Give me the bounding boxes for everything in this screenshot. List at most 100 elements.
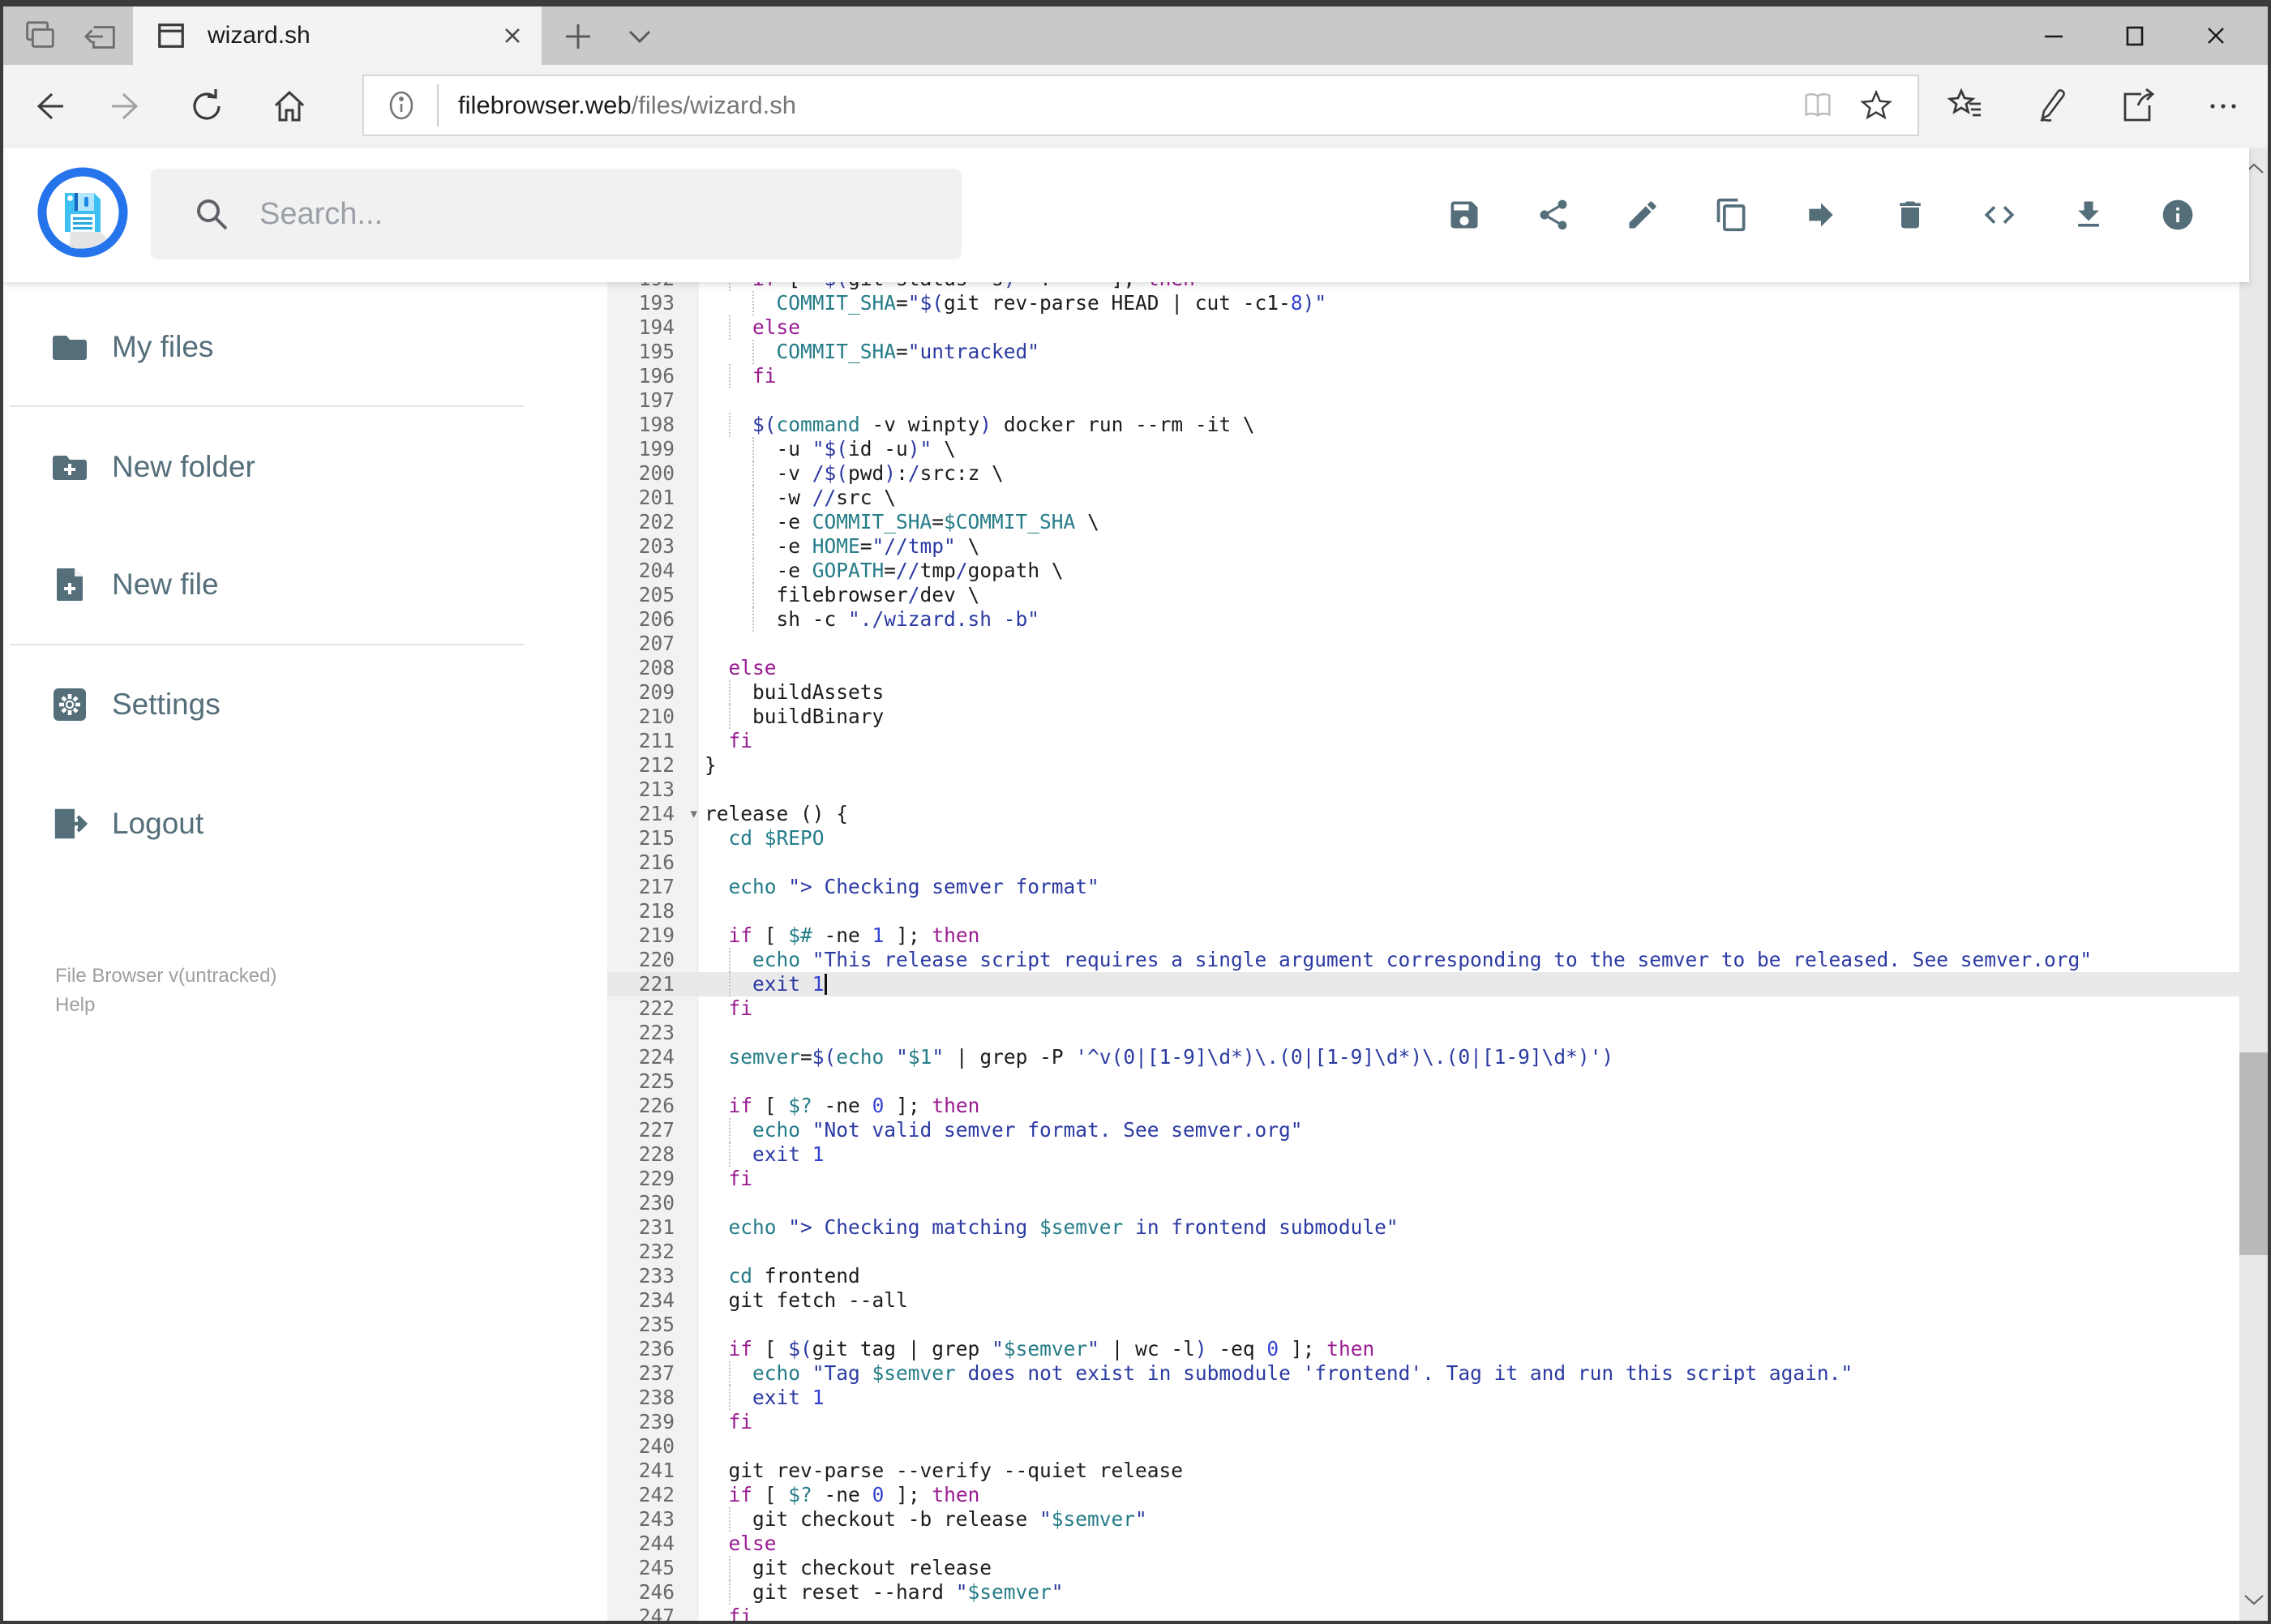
fold-arrow-icon[interactable]: ▾	[690, 802, 697, 826]
new-tab-icon[interactable]	[561, 19, 595, 54]
rename-button[interactable]	[1625, 197, 1660, 233]
code-line[interactable]: 239 fi	[607, 1410, 2239, 1434]
sidebar-item-logout[interactable]: Logout	[3, 779, 571, 868]
close-window-icon[interactable]	[2175, 6, 2256, 65]
code-line[interactable]: 246 git reset --hard "$semver"	[607, 1580, 2239, 1605]
url-box[interactable]: filebrowser.web/files/wizard.sh	[362, 75, 1919, 136]
code-line[interactable]: 219 if [ $# -ne 1 ]; then	[607, 923, 2239, 948]
page-info-icon[interactable]	[383, 88, 419, 123]
code-line[interactable]: 237 echo "Tag $semver does not exist in s…	[607, 1361, 2239, 1386]
annotate-pen-icon[interactable]	[2031, 86, 2072, 126]
delete-button[interactable]	[1892, 197, 1928, 233]
move-button[interactable]	[1803, 197, 1839, 233]
code-line[interactable]: 195 COMMIT_SHA="untracked"	[607, 340, 2239, 364]
code-line[interactable]: 233 cd frontend	[607, 1264, 2239, 1288]
code-line[interactable]: 218	[607, 899, 2239, 923]
code-line[interactable]: 217 echo "> Checking semver format"	[607, 875, 2239, 899]
download-button[interactable]	[2071, 197, 2106, 233]
sidebar-item-my-files[interactable]: My files	[3, 302, 571, 392]
code-line[interactable]: 222 fi	[607, 996, 2239, 1021]
share-icon[interactable]	[2117, 86, 2157, 126]
code-line[interactable]: 243 git checkout -b release "$semver"	[607, 1507, 2239, 1532]
code-line[interactable]: 216	[607, 851, 2239, 875]
source-code-button[interactable]	[1982, 197, 2017, 233]
code-line[interactable]: 241 git rev-parse --verify --quiet releas…	[607, 1459, 2239, 1483]
code-line[interactable]: 198 $(command -v winpty) docker run --rm …	[607, 413, 2239, 437]
search-input[interactable]: Search...	[151, 169, 962, 259]
share-button[interactable]	[1536, 197, 1571, 233]
home-icon[interactable]	[269, 86, 310, 126]
code-line[interactable]: 230	[607, 1191, 2239, 1215]
tab-preview-icon[interactable]	[21, 18, 58, 55]
code-line[interactable]: 210 buildBinary	[607, 705, 2239, 729]
code-line[interactable]: 247 fi	[607, 1605, 2239, 1621]
sidebar-item-new-folder[interactable]: New folder	[3, 422, 571, 512]
code-line[interactable]: 221 exit 1	[607, 972, 2239, 996]
maximize-icon[interactable]	[2094, 6, 2175, 65]
code-line[interactable]: 226 if [ $? -ne 0 ]; then	[607, 1094, 2239, 1118]
info-button[interactable]	[2160, 197, 2196, 233]
window-switch-icon[interactable]	[83, 18, 120, 55]
help-link[interactable]: Help	[55, 991, 95, 1020]
sidebar-item-new-file[interactable]: New file	[3, 540, 571, 629]
filebrowser-logo-icon[interactable]	[37, 167, 128, 258]
code-line[interactable]: 205 filebrowser/dev \	[607, 583, 2239, 607]
page-scrollbar[interactable]	[2239, 148, 2268, 1621]
code-line[interactable]: 245 git checkout release	[607, 1556, 2239, 1580]
code-line[interactable]: 209 buildAssets	[607, 680, 2239, 705]
code-line[interactable]: 220 echo "This release script requires a …	[607, 948, 2239, 972]
code-line[interactable]: 201 -w //src \	[607, 486, 2239, 510]
hub-icon[interactable]	[1945, 86, 1986, 126]
code-line[interactable]: 240	[607, 1434, 2239, 1459]
code-line[interactable]: 199 -u "$(id -u)" \	[607, 437, 2239, 461]
code-line[interactable]: 242 if [ $? -ne 0 ]; then	[607, 1483, 2239, 1507]
code-line[interactable]: 223	[607, 1021, 2239, 1045]
code-line[interactable]: 193 COMMIT_SHA="$(git rev-parse HEAD | cu…	[607, 291, 2239, 315]
favorite-star-icon[interactable]	[1859, 88, 1893, 122]
code-line[interactable]: 204 -e GOPATH=//tmp/gopath \	[607, 559, 2239, 583]
code-line[interactable]: 192if [ "$(git status -s)" != "" ]; then	[607, 282, 2239, 291]
code-line[interactable]: 194 else	[607, 315, 2239, 340]
code-line[interactable]: 211 fi	[607, 729, 2239, 753]
url-text[interactable]: filebrowser.web/files/wizard.sh	[458, 91, 1801, 120]
code-line[interactable]: 229 fi	[607, 1167, 2239, 1191]
code-line[interactable]: 232	[607, 1240, 2239, 1264]
refresh-icon[interactable]	[186, 86, 227, 126]
code-line[interactable]: 200 -v /$(pwd):/src:z \	[607, 461, 2239, 486]
code-line[interactable]: 235	[607, 1313, 2239, 1337]
back-icon[interactable]	[28, 86, 68, 126]
code-line[interactable]: 238 exit 1	[607, 1386, 2239, 1410]
code-line[interactable]: 236 if [ $(git tag | grep "$semver" | wc …	[607, 1337, 2239, 1361]
code-line[interactable]: 234 git fetch --all	[607, 1288, 2239, 1313]
code-line[interactable]: 215 cd $REPO	[607, 826, 2239, 851]
minimize-icon[interactable]	[2013, 6, 2094, 65]
code-line[interactable]: 208 else	[607, 656, 2239, 680]
code-line[interactable]: 224 semver=$(echo "$1" | grep -P '^v(0|[1…	[607, 1045, 2239, 1069]
code-line[interactable]: 227 echo "Not valid semver format. See se…	[607, 1118, 2239, 1142]
code-line[interactable]: 225	[607, 1069, 2239, 1094]
code-line[interactable]: 228 exit 1	[607, 1142, 2239, 1167]
scrollbar-thumb[interactable]	[2239, 1052, 2268, 1255]
code-line[interactable]: 244 else	[607, 1532, 2239, 1556]
code-line[interactable]: 207	[607, 632, 2239, 656]
reading-view-icon[interactable]	[1801, 88, 1835, 122]
scroll-down-icon[interactable]	[2239, 1583, 2268, 1616]
code-line[interactable]: 206 sh -c "./wizard.sh -b"	[607, 607, 2239, 632]
sidebar-item-settings[interactable]: Settings	[3, 660, 571, 749]
code-line[interactable]: 203 -e HOME="//tmp" \	[607, 534, 2239, 559]
code-line[interactable]: 197	[607, 388, 2239, 413]
code-line[interactable]: 212}	[607, 753, 2239, 778]
save-button[interactable]	[1446, 197, 1482, 233]
code-editor[interactable]: 192if [ "$(git status -s)" != "" ]; then…	[607, 282, 2239, 1621]
forward-icon[interactable]	[107, 86, 148, 126]
code-line[interactable]: 231 echo "> Checking matching $semver in …	[607, 1215, 2239, 1240]
code-line[interactable]: 196 fi	[607, 364, 2239, 388]
code-line[interactable]: 213	[607, 778, 2239, 802]
code-line[interactable]: 202 -e COMMIT_SHA=$COMMIT_SHA \	[607, 510, 2239, 534]
code-line[interactable]: 214 ▾ release () {	[607, 802, 2239, 826]
copy-button[interactable]	[1714, 197, 1750, 233]
close-tab-icon[interactable]	[496, 19, 529, 52]
tabs-chevron-icon[interactable]	[626, 26, 653, 47]
more-icon[interactable]	[2203, 86, 2243, 126]
active-tab[interactable]: wizard.sh	[133, 6, 542, 65]
